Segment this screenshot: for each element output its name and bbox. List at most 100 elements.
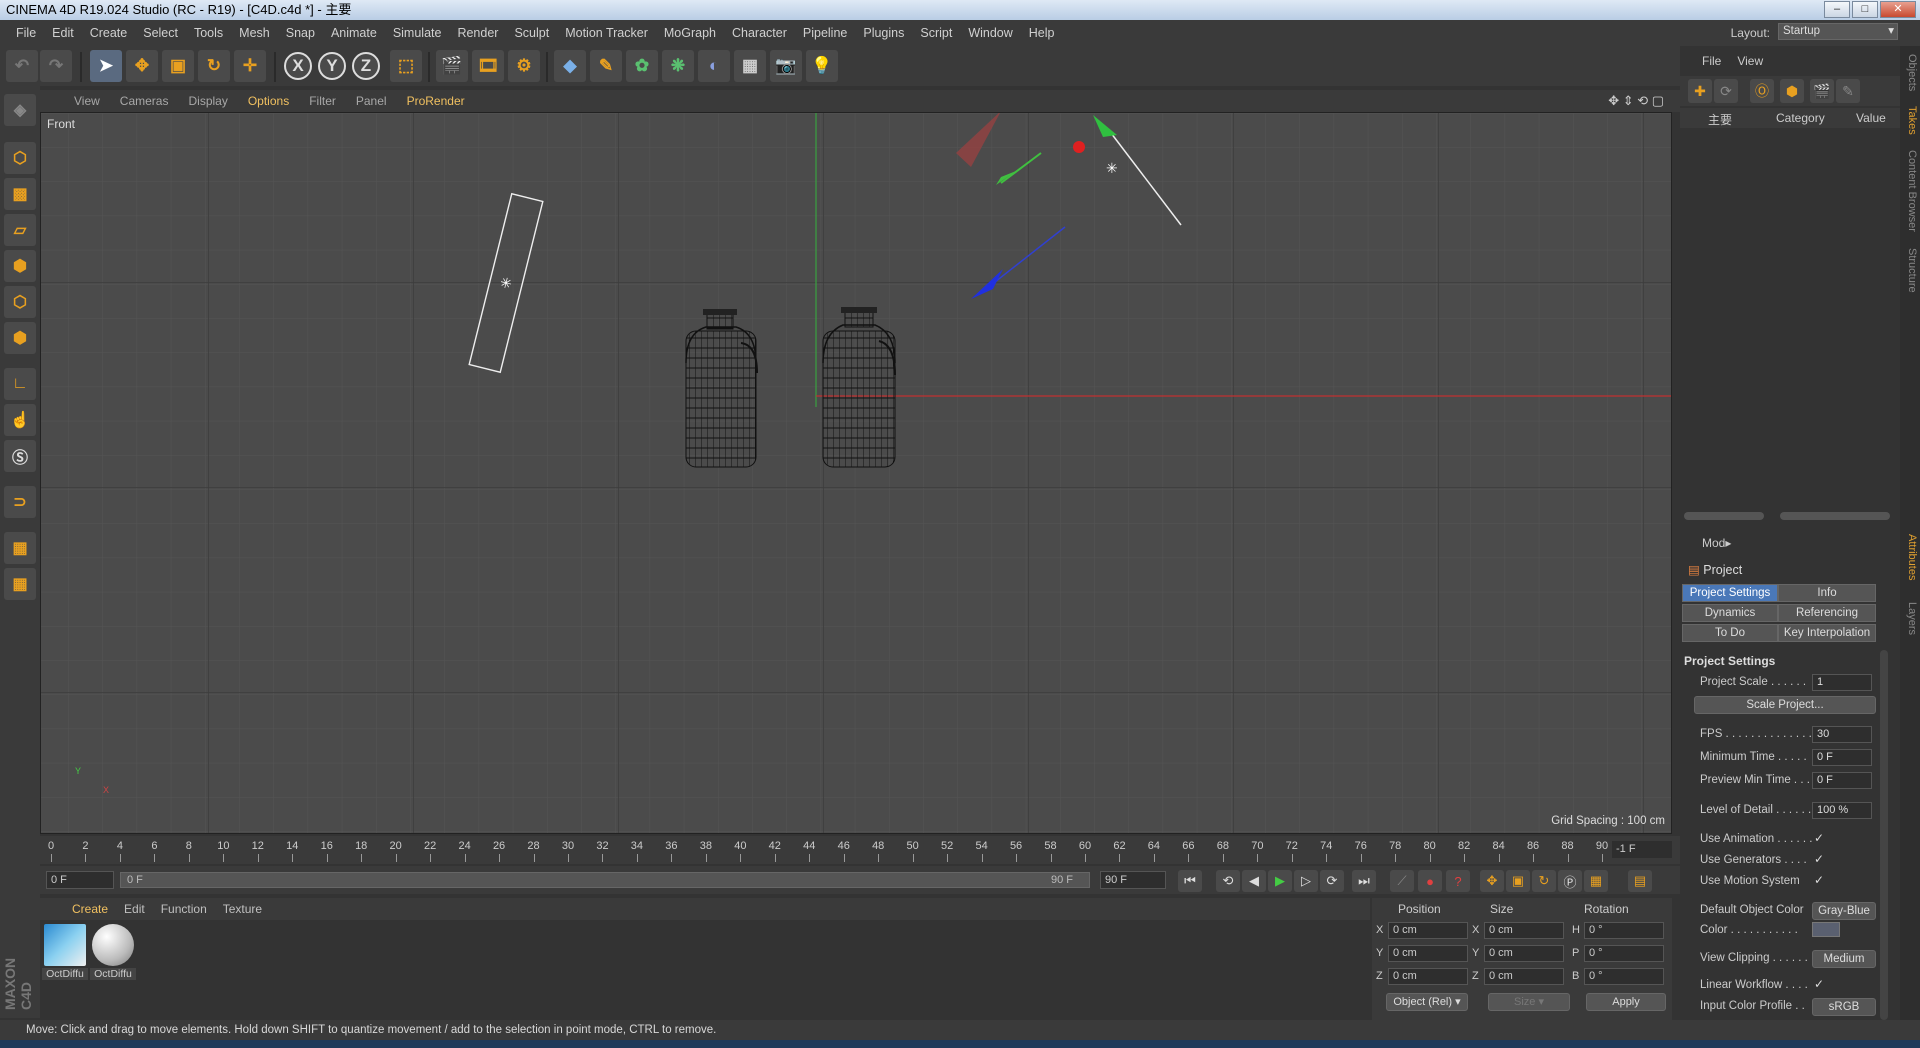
coordinate-system-icon[interactable]: ⬚: [390, 50, 422, 82]
rotation-field[interactable]: 0 °: [1584, 968, 1664, 985]
position-field[interactable]: 0 cm: [1388, 922, 1468, 939]
edges-mode-icon[interactable]: ⬡: [4, 286, 36, 318]
start-frame-field[interactable]: 0 F: [46, 871, 114, 889]
mode-menu[interactable]: Mod: [1702, 536, 1725, 550]
viewport-menu-options[interactable]: Options: [238, 94, 299, 108]
workplane-icon[interactable]: ▱: [4, 214, 36, 246]
tab-referencing[interactable]: Referencing: [1778, 604, 1876, 622]
move-tool-icon[interactable]: ✥: [126, 50, 158, 82]
menu-snap[interactable]: Snap: [278, 26, 323, 40]
floor-icon[interactable]: ▦: [734, 50, 766, 82]
planar-workplane-icon[interactable]: ▦: [4, 568, 36, 600]
polygons-mode-icon[interactable]: ⬢: [4, 322, 36, 354]
menu-select[interactable]: Select: [135, 26, 186, 40]
solo-icon[interactable]: Ⓢ: [4, 440, 36, 472]
objects-menu-view[interactable]: View: [1729, 54, 1771, 68]
axis-y-button[interactable]: Y: [318, 52, 346, 80]
axis-z-button[interactable]: Z: [352, 52, 380, 80]
material-swatch[interactable]: OctDiffu: [42, 924, 88, 984]
tab-to-do[interactable]: To Do: [1682, 624, 1778, 642]
timeline-ruler[interactable]: 0 2 4 6 8 10 12 14 16 18 20 22 24 26 28 30 32 34 36 38 40 42 4…: [40, 836, 1680, 864]
coordinate-mode-select[interactable]: Object (Rel) ▾: [1386, 993, 1468, 1011]
make-editable-icon[interactable]: ◈: [4, 94, 36, 126]
lock-workplane-icon[interactable]: ▦: [4, 532, 36, 564]
attributes-scrollbar[interactable]: [1880, 650, 1888, 1020]
light-icon[interactable]: 💡: [806, 50, 838, 82]
viewport-scene[interactable]: ✳ ✳: [41, 113, 1672, 834]
viewport-menu-filter[interactable]: Filter: [299, 94, 346, 108]
select-arrow-icon[interactable]: ➤: [90, 50, 122, 82]
apply-button[interactable]: Apply: [1586, 993, 1666, 1011]
side-tab-structure[interactable]: Structure: [1902, 248, 1918, 293]
render-view-icon[interactable]: 🎬: [436, 50, 468, 82]
viewport-menu-view[interactable]: View: [64, 94, 110, 108]
deformer-icon[interactable]: ◐: [698, 50, 730, 82]
play-icon[interactable]: ▶: [1268, 870, 1292, 892]
side-tab-objects[interactable]: Objects: [1902, 54, 1918, 91]
color-swatch[interactable]: [1812, 922, 1840, 937]
menu-script[interactable]: Script: [912, 26, 960, 40]
side-tab-layers[interactable]: Layers: [1902, 602, 1918, 635]
go-to-start-icon[interactable]: ⏮: [1178, 870, 1202, 892]
subdivision-icon[interactable]: ✿: [626, 50, 658, 82]
camera-icon[interactable]: 📷: [770, 50, 802, 82]
menu-create[interactable]: Create: [82, 26, 136, 40]
position-field[interactable]: 0 cm: [1388, 945, 1468, 962]
viewport-menu-cameras[interactable]: Cameras: [110, 94, 179, 108]
cube-primitive-icon[interactable]: ◆: [554, 50, 586, 82]
live-selection-icon[interactable]: ✛: [234, 50, 266, 82]
material-menu-function[interactable]: Function: [153, 902, 215, 916]
undo-icon[interactable]: ↶: [6, 50, 38, 82]
size-mode-select[interactable]: Size ▾: [1488, 993, 1570, 1011]
default-object-color-select[interactable]: Gray-Blue: [1812, 902, 1876, 920]
viewport-menu-display[interactable]: Display: [178, 94, 237, 108]
layout-select[interactable]: Startup ▾: [1778, 23, 1898, 40]
menu-help[interactable]: Help: [1021, 26, 1063, 40]
tab-info[interactable]: Info: [1778, 584, 1876, 602]
size-field[interactable]: 0 cm: [1484, 922, 1564, 939]
menu-mesh[interactable]: Mesh: [231, 26, 278, 40]
redo-icon[interactable]: ↷: [40, 50, 72, 82]
key-position-icon[interactable]: ✥: [1480, 870, 1504, 892]
size-field[interactable]: 0 cm: [1484, 968, 1564, 985]
tab-project-settings[interactable]: Project Settings: [1682, 584, 1778, 602]
viewport-nav-icons[interactable]: ✥ ⇕ ⟲ ▢: [1608, 93, 1664, 109]
scale-project-button[interactable]: Scale Project...: [1694, 696, 1876, 714]
menu-plugins[interactable]: Plugins: [855, 26, 912, 40]
texture-mode-icon[interactable]: ▩: [4, 178, 36, 210]
rotation-field[interactable]: 0 °: [1584, 945, 1664, 962]
autokey-icon[interactable]: ?: [1446, 870, 1470, 892]
render-take-icon[interactable]: 🎬: [1810, 79, 1834, 103]
previous-frame-icon[interactable]: ◀: [1242, 870, 1266, 892]
input-color-profile-select[interactable]: sRGB: [1812, 998, 1876, 1016]
menu-file[interactable]: File: [8, 26, 44, 40]
next-frame-icon[interactable]: ▷: [1294, 870, 1318, 892]
side-tab-attributes[interactable]: Attributes: [1902, 534, 1918, 580]
snap-icon[interactable]: ⊃: [4, 486, 36, 518]
menu-simulate[interactable]: Simulate: [385, 26, 450, 40]
auto-take-icon[interactable]: Ⓞ: [1750, 79, 1774, 103]
motion-path-icon[interactable]: ⟋: [1390, 870, 1414, 892]
take-override-icon[interactable]: ⟳: [1714, 79, 1738, 103]
material-menu-edit[interactable]: Edit: [116, 902, 153, 916]
key-parameter-icon[interactable]: Ⓟ: [1558, 870, 1582, 892]
tab-dynamics[interactable]: Dynamics: [1682, 604, 1778, 622]
material-menu-texture[interactable]: Texture: [215, 902, 270, 916]
axis-mode-icon[interactable]: ∟: [4, 368, 36, 400]
tab-key-interpolation[interactable]: Key Interpolation: [1778, 624, 1876, 642]
previous-key-icon[interactable]: ⟲: [1216, 870, 1240, 892]
go-to-end-icon[interactable]: ⏭: [1352, 870, 1376, 892]
tweak-mode-icon[interactable]: ☝: [4, 404, 36, 436]
current-frame-field[interactable]: -1 F: [1612, 841, 1672, 858]
fps-field[interactable]: 30: [1812, 726, 1872, 743]
preview-min-time-field[interactable]: 0 F: [1812, 772, 1872, 789]
menu-motion-tracker[interactable]: Motion Tracker: [557, 26, 656, 40]
cloner-icon[interactable]: ❋: [662, 50, 694, 82]
minimize-button[interactable]: –: [1824, 1, 1850, 18]
minimum-time-field[interactable]: 0 F: [1812, 749, 1872, 766]
linear-workflow-checkbox[interactable]: ✓: [1814, 977, 1824, 991]
model-mode-icon[interactable]: ⬡: [4, 142, 36, 174]
key-pla-icon[interactable]: ▦: [1584, 870, 1608, 892]
menu-tools[interactable]: Tools: [186, 26, 231, 40]
use-generators-checkbox[interactable]: ✓: [1814, 852, 1824, 866]
